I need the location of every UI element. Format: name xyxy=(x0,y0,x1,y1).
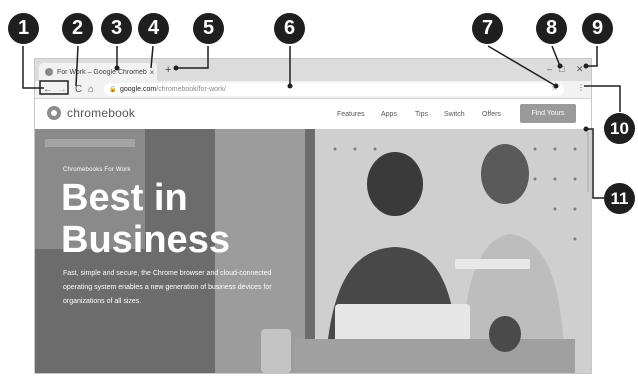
callout-leader-lines xyxy=(22,45,621,199)
callout-2: 2 xyxy=(62,13,93,44)
callout-4: 4 xyxy=(138,13,169,44)
callout-5: 5 xyxy=(193,13,224,44)
callout-11: 11 xyxy=(604,183,635,214)
callout-7: 7 xyxy=(472,13,503,44)
callout-10: 10 xyxy=(604,113,635,144)
callout-6: 6 xyxy=(274,13,305,44)
callout-8: 8 xyxy=(536,13,567,44)
callout-1: 1 xyxy=(8,13,39,44)
callout-3: 3 xyxy=(101,13,132,44)
callout-9: 9 xyxy=(582,13,613,44)
